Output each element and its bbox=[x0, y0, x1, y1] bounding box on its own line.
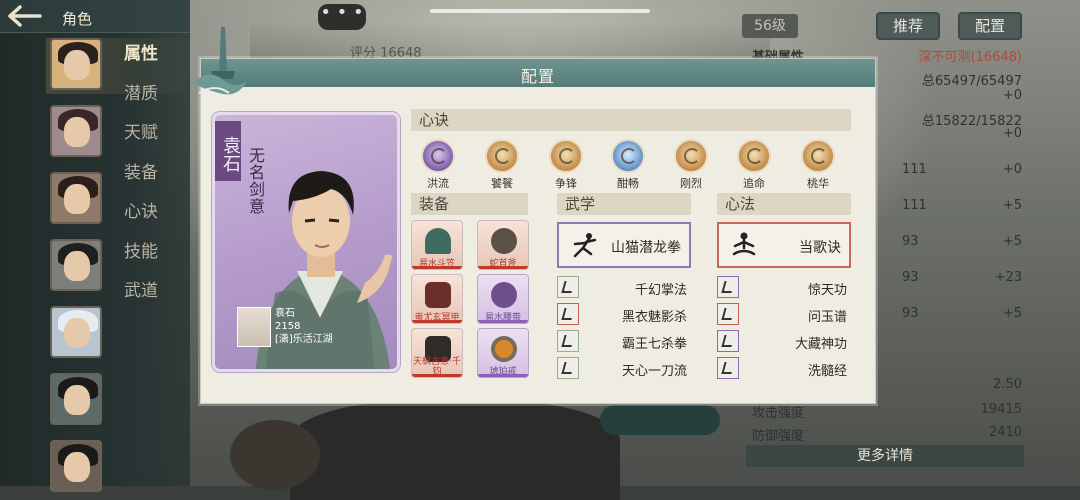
side-menu-item[interactable]: 技能 bbox=[124, 240, 158, 280]
player-guild: [潇]乐活江湖 bbox=[275, 334, 333, 345]
ring-icon bbox=[491, 336, 517, 362]
card-title: 无名剑意 bbox=[246, 147, 265, 215]
background-character bbox=[290, 400, 620, 500]
xinjue-item[interactable]: 追命 bbox=[729, 139, 779, 191]
kungfu-pose-icon bbox=[573, 233, 597, 258]
skill-pose-icon bbox=[557, 303, 579, 325]
character-card: 袁石 无名剑意 袁石 2158 [潇]乐活江湖 bbox=[212, 112, 400, 372]
player-avatar bbox=[237, 307, 271, 347]
mind-header: 心法 bbox=[717, 193, 851, 215]
martial-skill-row[interactable]: 千幻掌法 bbox=[557, 276, 691, 298]
player-score: 2158 bbox=[275, 321, 301, 332]
avatar[interactable] bbox=[50, 306, 102, 358]
avatar-face bbox=[64, 184, 90, 214]
avatar[interactable] bbox=[50, 373, 102, 425]
martial-skill-row[interactable]: 天心一刀流 bbox=[557, 357, 691, 379]
xinjue-strike-icon bbox=[737, 139, 771, 173]
side-menu-item[interactable]: 天赋 bbox=[124, 121, 158, 161]
modal-header: 配置 bbox=[201, 59, 875, 87]
avatar-face bbox=[64, 251, 90, 281]
xinjue-item[interactable]: 酣畅 bbox=[603, 139, 653, 191]
xinjue-beast-icon bbox=[485, 139, 519, 173]
card-name: 袁石 bbox=[215, 121, 241, 181]
equipment-slot[interactable]: 蚩尤玄冥甲 bbox=[411, 274, 463, 324]
avatar[interactable] bbox=[50, 172, 102, 224]
xinjue-blossom-icon bbox=[801, 139, 835, 173]
left-sidebar: 角色 属性 潜质 天赋 装备 心诀 技能 武道 bbox=[0, 0, 196, 492]
avatar[interactable] bbox=[50, 38, 102, 90]
skill-pose-icon bbox=[557, 276, 579, 298]
sword-ornament-icon bbox=[193, 27, 247, 95]
side-menu-item[interactable]: 潜质 bbox=[124, 82, 158, 122]
xinjue-item[interactable]: 争锋 bbox=[541, 139, 591, 191]
mind-skill-row[interactable]: 惊天功 bbox=[717, 276, 851, 298]
xinjue-item[interactable]: 刚烈 bbox=[666, 139, 716, 191]
meditation-pose-icon bbox=[732, 232, 756, 256]
xinjue-vortex-icon bbox=[421, 139, 455, 173]
xinjue-item[interactable]: 饕餮 bbox=[477, 139, 527, 191]
player-name: 袁石 bbox=[275, 308, 295, 319]
avatar[interactable] bbox=[50, 105, 102, 157]
more-details-button[interactable]: 更多详情 bbox=[746, 445, 1024, 467]
equipment-slot[interactable]: 易水斗笠 bbox=[411, 220, 463, 270]
belt-icon bbox=[491, 282, 517, 308]
mind-skill-row[interactable]: 问玉谱 bbox=[717, 303, 851, 325]
config-modal: 配置 袁石 无名剑意 袁石 2158 [潇]乐活江湖 心诀 洪流 饕餮 争锋 酣… bbox=[193, 27, 876, 404]
side-menu-item[interactable]: 装备 bbox=[124, 161, 158, 201]
skill-meditation-icon bbox=[717, 276, 739, 298]
avatar-face bbox=[64, 50, 90, 80]
equipment-slot[interactable]: 蛇首斧 bbox=[477, 220, 529, 270]
arrow-left-icon[interactable] bbox=[6, 4, 46, 28]
recommend-button[interactable]: 推荐 bbox=[876, 12, 940, 40]
martial-skill-row[interactable]: 黑衣魅影杀 bbox=[557, 303, 691, 325]
modal-title: 配置 bbox=[520, 67, 555, 86]
stat-row: 攻击强度 19415 bbox=[752, 402, 1022, 421]
xinjue-wave-icon bbox=[611, 139, 645, 173]
mind-main-skill[interactable]: 当歌诀 bbox=[717, 222, 851, 268]
side-menu-item[interactable]: 心诀 bbox=[124, 200, 158, 240]
equipment-slot[interactable]: 易水腰带 bbox=[477, 274, 529, 324]
avatar-face bbox=[64, 385, 90, 415]
chat-icon[interactable]: • • • bbox=[318, 4, 366, 30]
side-menu-item[interactable]: 属性 bbox=[124, 42, 158, 82]
side-menu: 属性 潜质 天赋 装备 心诀 技能 武道 bbox=[124, 42, 158, 319]
skill-pose-icon bbox=[557, 357, 579, 379]
avatar-face bbox=[64, 117, 90, 147]
avatar-face bbox=[64, 318, 90, 348]
avatar[interactable] bbox=[50, 440, 102, 492]
card-player-info: 袁石 2158 [潇]乐活江湖 bbox=[237, 307, 397, 357]
config-button[interactable]: 配置 bbox=[958, 12, 1022, 40]
level-badge: 56级 bbox=[742, 14, 798, 38]
mind-skill-row[interactable]: 洗髓经 bbox=[717, 357, 851, 379]
page-title: 角色 bbox=[62, 10, 93, 28]
top-bar: 角色 bbox=[0, 0, 190, 33]
equipment-slot[interactable]: 琥珀戒 bbox=[477, 328, 529, 378]
skill-meditation-icon bbox=[717, 330, 739, 352]
axe-icon bbox=[491, 228, 517, 254]
equipment-slot[interactable]: 天枫古意·千钧 bbox=[411, 328, 463, 378]
skill-pose-icon bbox=[557, 330, 579, 352]
avatar-face bbox=[64, 452, 90, 482]
equipment-header: 装备 bbox=[411, 193, 528, 215]
xinjue-item[interactable]: 桃华 bbox=[793, 139, 843, 191]
skill-meditation-icon bbox=[717, 357, 739, 379]
hat-icon bbox=[425, 228, 451, 254]
armor-icon bbox=[425, 282, 451, 308]
background-character-hand bbox=[230, 420, 320, 490]
background-character-sash bbox=[600, 405, 720, 435]
martial-skill-row[interactable]: 霸王七杀拳 bbox=[557, 330, 691, 352]
top-drag-handle[interactable] bbox=[430, 9, 650, 13]
avatar[interactable] bbox=[50, 239, 102, 291]
skill-meditation-icon bbox=[717, 303, 739, 325]
xinjue-list: 洪流 饕餮 争锋 酣畅 刚烈 追命 桃华 bbox=[413, 139, 853, 191]
xinjue-header: 心诀 bbox=[411, 109, 851, 131]
xinjue-fist-icon bbox=[674, 139, 708, 173]
martial-main-skill[interactable]: 山猫潜龙拳 bbox=[557, 222, 691, 268]
mind-skill-row[interactable]: 大藏神功 bbox=[717, 330, 851, 352]
xinjue-item[interactable]: 洪流 bbox=[413, 139, 463, 191]
side-menu-item[interactable]: 武道 bbox=[124, 279, 158, 319]
stat-row: 防御强度 2410 bbox=[752, 425, 1022, 444]
xinjue-blade-icon bbox=[549, 139, 583, 173]
martial-header: 武学 bbox=[557, 193, 691, 215]
